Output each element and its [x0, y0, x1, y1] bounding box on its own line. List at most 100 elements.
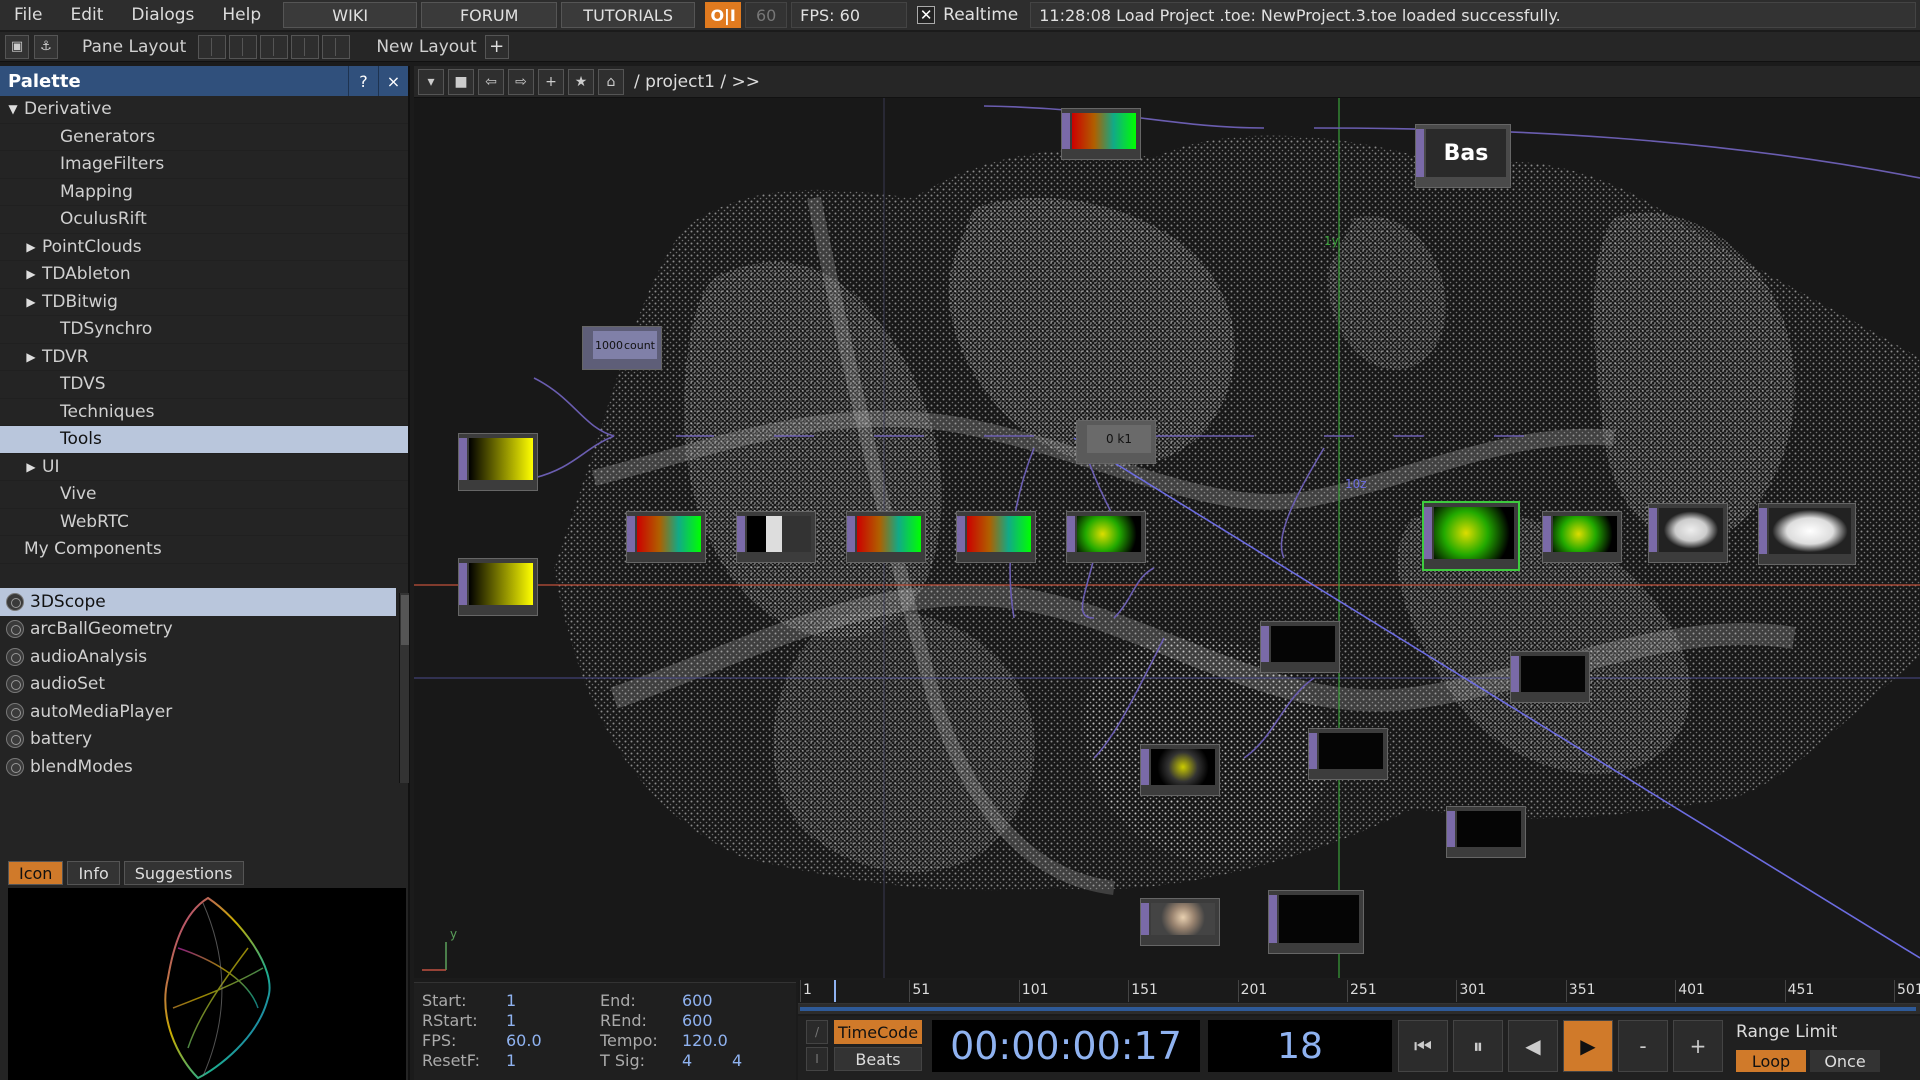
component-list-item[interactable]: audioSet: [0, 671, 396, 699]
count-node[interactable]: 1000 count: [582, 326, 662, 370]
ramp1-node[interactable]: [458, 433, 538, 491]
collapsed-arrow-icon[interactable]: ▶: [24, 350, 38, 364]
forward-icon[interactable]: ⇨: [508, 68, 534, 95]
network-editor[interactable]: 1y 10z y Bas 1000 count 0 k1: [414, 98, 1920, 978]
render-node-3[interactable]: [1308, 728, 1388, 780]
once-button[interactable]: Once: [1810, 1050, 1880, 1072]
end-value[interactable]: 600: [682, 991, 713, 1010]
wiki-button[interactable]: WIKI: [283, 2, 418, 28]
rend-value[interactable]: 600: [682, 1011, 713, 1030]
tutorials-button[interactable]: TUTORIALS: [561, 2, 696, 28]
component-list-item[interactable]: audioAnalysis: [0, 643, 396, 671]
skip-to-start-icon[interactable]: ⏮: [1398, 1020, 1448, 1072]
beats-button[interactable]: Beats: [834, 1047, 922, 1071]
fps-value[interactable]: 60.0: [506, 1031, 542, 1050]
tree-item[interactable]: ▶ TDAbleton: [0, 261, 408, 289]
select-top-node[interactable]: [1061, 108, 1141, 160]
palette-help-button[interactable]: ?: [348, 66, 378, 96]
tree-item[interactable]: TDSynchro: [0, 316, 408, 344]
expanded-arrow-icon[interactable]: ▼: [6, 102, 20, 116]
forum-button[interactable]: FORUM: [421, 2, 558, 28]
add-icon[interactable]: +: [538, 68, 564, 95]
pane-anchor-icon[interactable]: ⚓: [34, 34, 58, 59]
menu-help[interactable]: Help: [208, 5, 275, 25]
performance-mode-toggle[interactable]: O|I: [705, 2, 742, 28]
tree-item[interactable]: TDVS: [0, 371, 408, 399]
levels-node[interactable]: [736, 511, 816, 563]
noise-node[interactable]: [1066, 511, 1146, 563]
component-list-item[interactable]: arcBallGeometry: [0, 616, 396, 644]
component-list-item[interactable]: blendModes: [0, 753, 396, 781]
home-icon[interactable]: ⌂: [598, 68, 624, 95]
play-icon[interactable]: ▶: [1563, 1020, 1613, 1072]
stop-icon[interactable]: ■: [448, 68, 474, 95]
fps-target-field[interactable]: 60: [745, 2, 788, 28]
component-list-item[interactable]: battery: [0, 726, 396, 754]
timeline-pin-icon[interactable]: /: [806, 1020, 828, 1044]
range-bar-fill[interactable]: [800, 1007, 1916, 1011]
movie-node[interactable]: [1140, 898, 1220, 946]
scrollbar-thumb[interactable]: [401, 595, 409, 645]
component-list-scrollbar[interactable]: [399, 593, 409, 783]
collapsed-arrow-icon[interactable]: ▶: [24, 267, 38, 281]
render-node-2[interactable]: [1510, 651, 1590, 703]
tree-item[interactable]: Generators: [0, 124, 408, 151]
timecode-button[interactable]: TimeCode: [834, 1020, 922, 1044]
rstart-value[interactable]: 1: [506, 1011, 516, 1030]
end-node[interactable]: [1542, 511, 1622, 563]
step-back-icon[interactable]: ◀: [1508, 1020, 1558, 1072]
breadcrumb[interactable]: / project1 / >>: [634, 72, 760, 92]
tree-item[interactable]: My Components: [0, 536, 408, 564]
tree-item[interactable]: Tools: [0, 426, 408, 454]
pane-split-icon[interactable]: ▣: [5, 34, 29, 59]
composite-node[interactable]: [626, 511, 706, 563]
tree-item[interactable]: OculusRift: [0, 206, 408, 234]
collapsed-arrow-icon[interactable]: ▶: [24, 295, 38, 309]
constant-node[interactable]: 0 k1: [1076, 420, 1156, 464]
loop-button[interactable]: Loop: [1736, 1050, 1806, 1072]
component-list-item[interactable]: 3DScope: [0, 588, 396, 616]
tree-item[interactable]: Vive: [0, 481, 408, 509]
tree-item[interactable]: Techniques: [0, 399, 408, 426]
timeline-cursor-icon[interactable]: I: [806, 1047, 828, 1071]
tab-suggestions[interactable]: Suggestions: [123, 861, 244, 885]
tree-item[interactable]: ▶ TDVR: [0, 344, 408, 371]
output-node[interactable]: [1268, 890, 1364, 954]
layout-three-icon[interactable]: [291, 34, 320, 59]
tree-item[interactable]: WebRTC: [0, 509, 408, 536]
step-minus-button[interactable]: -: [1618, 1020, 1668, 1072]
collapsed-arrow-icon[interactable]: ▶: [24, 240, 38, 254]
tone-node-2[interactable]: [956, 511, 1036, 563]
resetf-value[interactable]: 1: [506, 1051, 516, 1070]
timecode-display[interactable]: 00:00:00:17: [932, 1020, 1200, 1072]
texture-node[interactable]: [1140, 744, 1220, 796]
layout-two-column-icon[interactable]: [229, 34, 258, 59]
back-icon[interactable]: ⇦: [478, 68, 504, 95]
timeline-range-bar[interactable]: [798, 1004, 1920, 1014]
tree-item[interactable]: ▶ UI: [0, 454, 408, 481]
tree-item[interactable]: Mapping: [0, 179, 408, 206]
collapsed-arrow-icon[interactable]: ▶: [24, 460, 38, 474]
tree-item[interactable]: ImageFilters: [0, 151, 408, 179]
bookmark-icon[interactable]: ★: [568, 68, 594, 95]
tree-item[interactable]: ▶ TDBitwig: [0, 289, 408, 316]
menu-file[interactable]: File: [0, 5, 56, 25]
layout-two-row-icon[interactable]: [260, 34, 289, 59]
add-node-selected[interactable]: [1422, 501, 1520, 571]
tab-icon[interactable]: Icon: [8, 861, 64, 885]
frame-display[interactable]: 18: [1208, 1020, 1392, 1072]
pause-icon[interactable]: ⏸: [1453, 1020, 1503, 1072]
playhead[interactable]: [834, 980, 836, 1002]
palette-close-button[interactable]: ×: [378, 66, 408, 96]
layout-single-icon[interactable]: [198, 34, 227, 59]
tempo-value[interactable]: 120.0: [682, 1031, 728, 1050]
tree-item[interactable]: ▶ PointClouds: [0, 234, 408, 261]
step-plus-button[interactable]: +: [1673, 1020, 1723, 1072]
realtime-checkbox[interactable]: ✕: [917, 6, 936, 24]
tsig-numerator[interactable]: 4: [682, 1051, 692, 1070]
add-layout-button[interactable]: +: [484, 34, 509, 59]
menu-dialogs[interactable]: Dialogs: [117, 5, 208, 25]
component-list-item[interactable]: autoMediaPlayer: [0, 698, 396, 726]
pointcloud-node-2[interactable]: [1758, 503, 1856, 565]
tab-info[interactable]: Info: [67, 861, 120, 885]
